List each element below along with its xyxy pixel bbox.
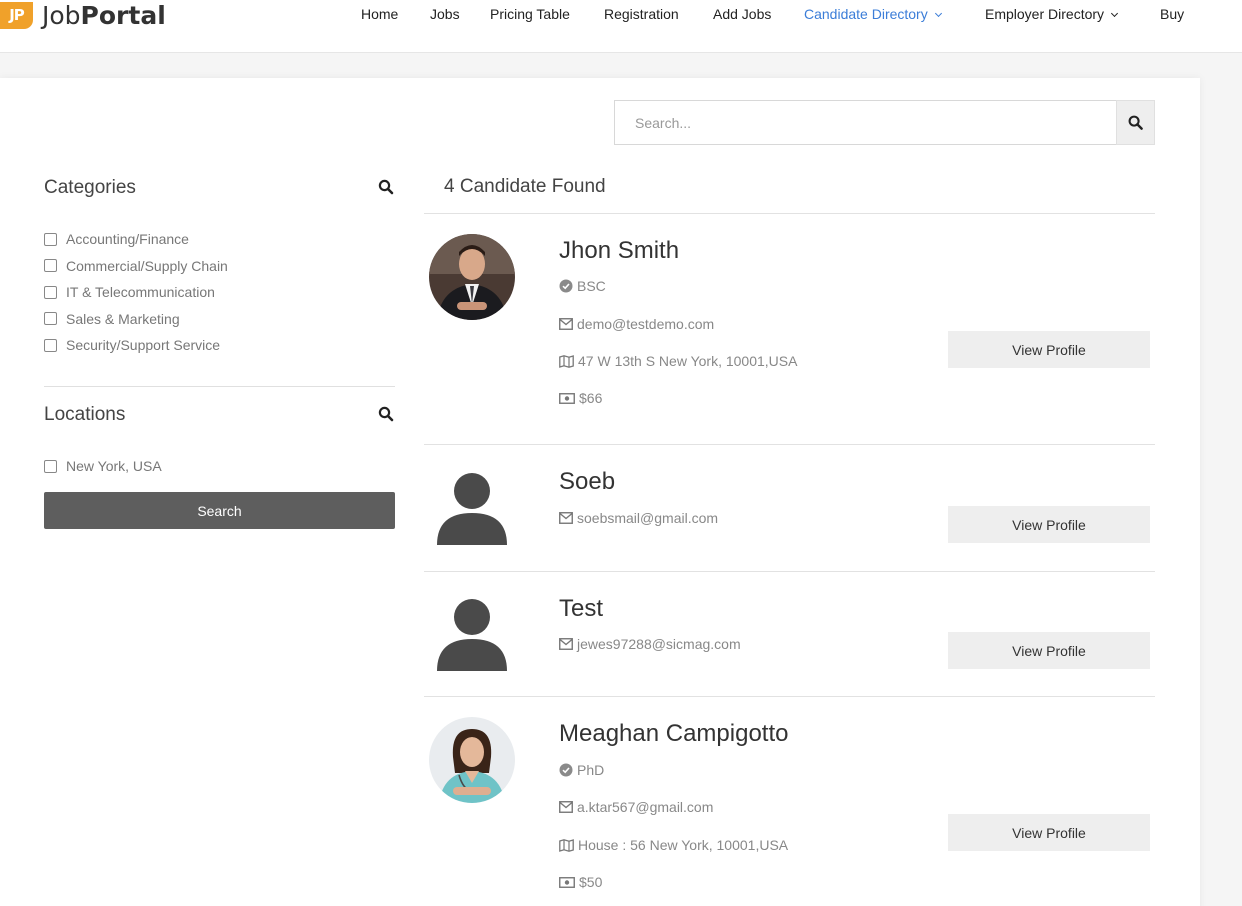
category-label: IT & Telecommunication <box>66 284 215 301</box>
candidate-name[interactable]: Test <box>559 595 603 623</box>
search-icon <box>1128 115 1143 130</box>
money-bill-icon <box>559 876 575 888</box>
category-checkbox[interactable]: Sales & Marketing <box>44 306 228 333</box>
candidate-rate: $50 <box>559 874 602 890</box>
candidate-search-bar <box>614 100 1155 145</box>
candidate-rate: $66 <box>559 390 602 406</box>
envelope-icon <box>559 801 573 813</box>
money-bill-icon <box>559 392 575 404</box>
email-text: jewes97288@sicmag.com <box>577 636 741 652</box>
candidate-email: soebsmail@gmail.com <box>559 510 718 526</box>
avatar-photo-man-icon <box>429 234 515 320</box>
view-profile-button[interactable]: View Profile <box>948 814 1150 851</box>
map-icon <box>559 838 574 852</box>
search-button[interactable] <box>1116 100 1155 145</box>
category-checkbox[interactable]: Commercial/Supply Chain <box>44 253 228 280</box>
category-checkbox[interactable]: Accounting/Finance <box>44 226 228 253</box>
rate-text: $66 <box>579 390 603 406</box>
checkbox[interactable] <box>44 259 57 273</box>
search-input[interactable] <box>614 100 1116 145</box>
category-label: Sales & Marketing <box>66 310 180 327</box>
search-icon[interactable] <box>378 179 394 195</box>
check-circle-icon <box>559 763 573 777</box>
nav-candidate-directory[interactable]: Candidate Directory <box>804 6 942 22</box>
categories-title: Categories <box>44 177 136 198</box>
category-label: Accounting/Finance <box>66 231 189 248</box>
top-header: JP JobPortal Home Jobs Pricing Table Reg… <box>0 0 1242 53</box>
nav-pricing-table[interactable]: Pricing Table <box>490 6 570 22</box>
candidate-address: House : 56 New York, 10001,USA <box>559 837 788 853</box>
category-checkbox[interactable]: IT & Telecommunication <box>44 279 228 306</box>
logo-text: JobPortal <box>42 2 166 29</box>
logo-mark-icon: JP <box>0 1 33 29</box>
candidate-avatar-photo[interactable] <box>429 717 515 803</box>
checkbox[interactable] <box>44 459 57 473</box>
location-label: New York, USA <box>66 458 162 475</box>
location-checkbox[interactable]: New York, USA <box>44 453 162 480</box>
candidate-name[interactable]: Soeb <box>559 468 615 496</box>
category-checkbox[interactable]: Security/Support Service <box>44 332 228 359</box>
view-profile-button[interactable]: View Profile <box>948 331 1150 368</box>
candidate-avatar-photo[interactable] <box>429 234 515 320</box>
nav-candidate-directory-label: Candidate Directory <box>804 6 928 22</box>
results-count: 4 Candidate Found <box>444 176 606 197</box>
email-text: a.ktar567@gmail.com <box>577 799 714 815</box>
candidate-name[interactable]: Jhon Smith <box>559 237 679 265</box>
nav-registration[interactable]: Registration <box>604 6 679 22</box>
locations-list: New York, USA <box>44 453 162 480</box>
email-text: demo@testdemo.com <box>577 316 715 332</box>
nav-add-jobs[interactable]: Add Jobs <box>713 6 771 22</box>
checkbox[interactable] <box>44 312 57 326</box>
locations-title: Locations <box>44 404 126 425</box>
degree-text: BSC <box>577 278 606 294</box>
user-avatar-icon[interactable] <box>437 470 507 545</box>
view-profile-button[interactable]: View Profile <box>948 632 1150 669</box>
checkbox[interactable] <box>44 338 57 352</box>
results-divider <box>424 213 1155 214</box>
map-icon <box>559 354 574 368</box>
logo-text-part2: Portal <box>80 0 166 30</box>
nav-employer-directory[interactable]: Employer Directory <box>985 6 1119 22</box>
checkbox[interactable] <box>44 232 57 246</box>
nav-employer-directory-label: Employer Directory <box>985 6 1105 22</box>
chevron-down-icon <box>934 9 942 18</box>
check-circle-icon <box>559 279 573 293</box>
user-avatar-icon[interactable] <box>437 596 507 671</box>
address-text: 47 W 13th S New York, 10001,USA <box>578 353 798 369</box>
view-profile-button[interactable]: View Profile <box>948 506 1150 543</box>
category-label: Security/Support Service <box>66 337 221 354</box>
nav-jobs[interactable]: Jobs <box>430 6 460 22</box>
envelope-icon <box>559 512 573 524</box>
search-icon[interactable] <box>378 406 394 422</box>
checkbox[interactable] <box>44 285 57 299</box>
category-label: Commercial/Supply Chain <box>66 257 228 274</box>
rate-text: $50 <box>579 874 603 890</box>
candidate-address: 47 W 13th S New York, 10001,USA <box>559 353 797 369</box>
sidebar-divider <box>44 386 395 387</box>
site-logo[interactable]: JP JobPortal <box>0 0 166 30</box>
address-text: House : 56 New York, 10001,USA <box>578 837 789 853</box>
envelope-icon <box>559 318 573 330</box>
candidate-email: jewes97288@sicmag.com <box>559 636 741 652</box>
degree-text: PhD <box>577 762 605 778</box>
avatar-photo-woman-icon <box>429 717 515 803</box>
logo-text-part1: Job <box>42 0 81 30</box>
results-divider <box>424 571 1155 572</box>
categories-list: Accounting/Finance Commercial/Supply Cha… <box>44 226 228 359</box>
filter-search-button[interactable]: Search <box>44 492 395 529</box>
nav-home[interactable]: Home <box>361 6 398 22</box>
nav-buy[interactable]: Buy <box>1160 6 1184 22</box>
candidate-name[interactable]: Meaghan Campigotto <box>559 720 788 748</box>
chevron-down-icon <box>1110 9 1119 18</box>
candidate-email: a.ktar567@gmail.com <box>559 799 713 815</box>
email-text: soebsmail@gmail.com <box>577 510 719 526</box>
envelope-icon <box>559 638 573 650</box>
results-divider <box>424 696 1155 697</box>
candidate-email: demo@testdemo.com <box>559 316 714 332</box>
candidate-degree: BSC <box>559 278 606 294</box>
results-divider <box>424 444 1155 445</box>
candidate-degree: PhD <box>559 762 604 778</box>
